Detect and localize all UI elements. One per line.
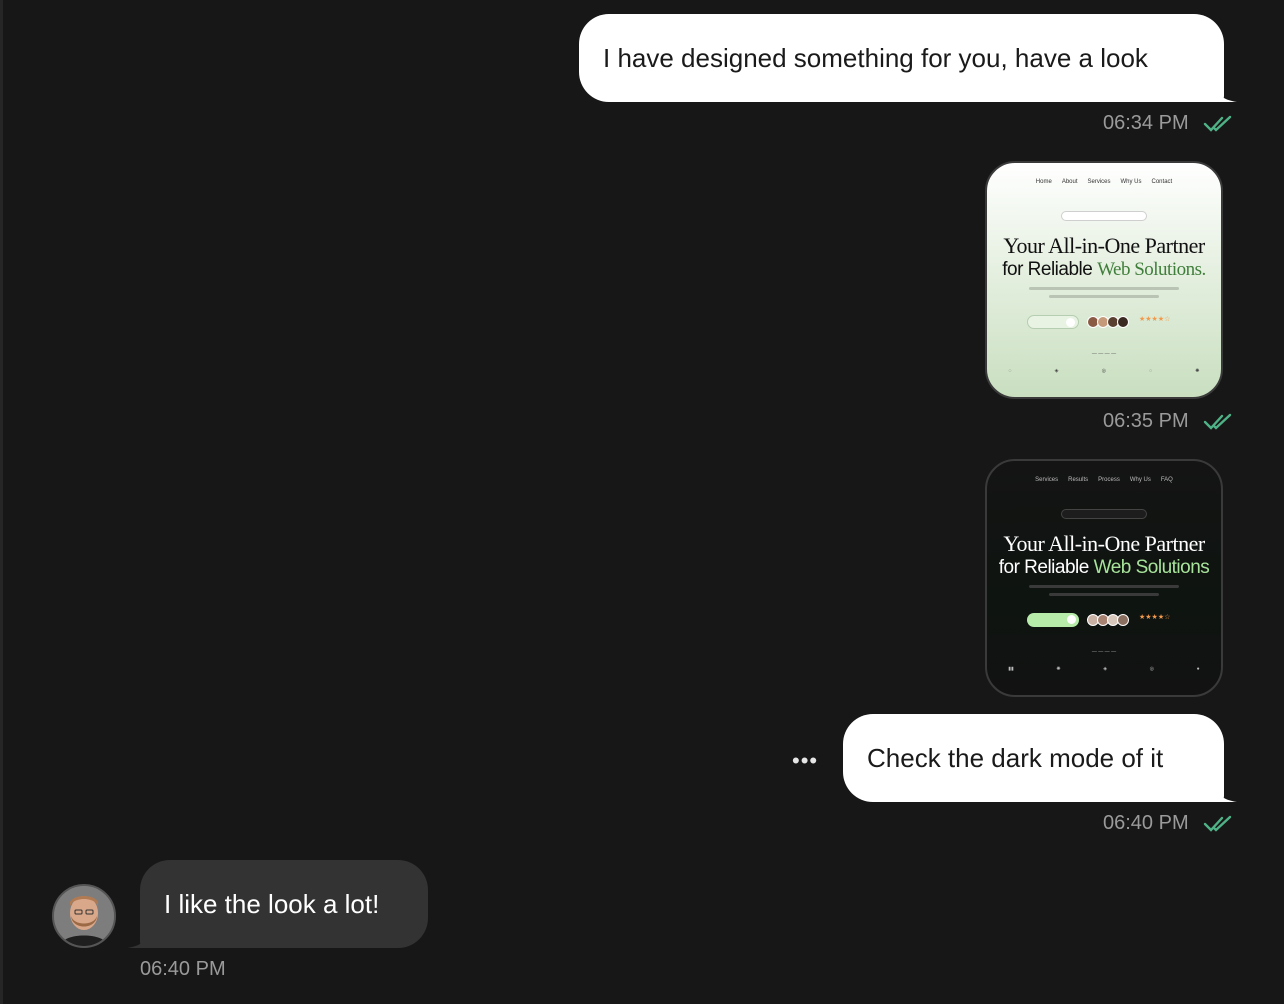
- avatar-portrait-icon: [54, 886, 114, 946]
- preview-logos: ◌ ◈ ◎ ◌ ✺: [1008, 368, 1200, 374]
- message-text: I like the look a lot!: [164, 889, 380, 919]
- preview-trusted-label: — — — —: [1091, 351, 1117, 357]
- double-check-icon: [1203, 413, 1231, 430]
- preview-description-line: [1029, 585, 1179, 588]
- message-time: 06:34 PM: [1103, 112, 1189, 134]
- outgoing-message[interactable]: Check the dark mode of it: [843, 714, 1237, 802]
- preview-nav: Home About Services Why Us Contact: [1035, 179, 1173, 185]
- preview-hero-subtitle: for Reliable Web Solutions: [998, 557, 1210, 578]
- preview-avatars: [1087, 316, 1129, 328]
- message-time: 06:35 PM: [1103, 410, 1189, 432]
- dark-mode-preview-image[interactable]: Services Results Process Why Us FAQ Your All…: [985, 459, 1223, 697]
- preview-cta-button: [1027, 613, 1079, 627]
- light-mode-preview-image[interactable]: Home About Services Why Us Contact Your All-…: [985, 161, 1223, 399]
- message-meta: 06:35 PM: [1103, 410, 1233, 433]
- preview-rating-stars-icon: ★★★★☆: [1139, 614, 1171, 621]
- preview-avatars: [1087, 614, 1129, 626]
- incoming-message[interactable]: I like the look a lot!: [127, 860, 428, 948]
- preview-badge: [1061, 509, 1147, 519]
- message-time: 06:40 PM: [1103, 812, 1189, 834]
- preview-badge: [1061, 211, 1147, 221]
- message-meta: 06:34 PM: [1103, 112, 1233, 135]
- preview-hero-subtitle: for Reliable Web Solutions.: [1002, 259, 1206, 280]
- double-check-icon: [1203, 815, 1231, 832]
- preview-hero-title: Your All-in-One Partner: [1003, 531, 1205, 556]
- bubble-tail-icon: [127, 926, 151, 948]
- message-text: Check the dark mode of it: [867, 743, 1164, 773]
- message-meta: 06:40 PM: [140, 958, 226, 981]
- preview-rating-stars-icon: ★★★★☆: [1139, 316, 1171, 323]
- message-meta: 06:40 PM: [1103, 812, 1233, 835]
- contact-avatar[interactable]: [52, 884, 116, 948]
- double-check-icon: [1203, 115, 1231, 132]
- preview-description-line: [1029, 287, 1179, 290]
- preview-description-line: [1049, 295, 1159, 298]
- bubble-tail-icon: [1213, 80, 1237, 102]
- outgoing-message[interactable]: I have designed something for you, have …: [579, 14, 1237, 102]
- more-dots-icon[interactable]: •••: [792, 748, 818, 774]
- preview-description-line: [1049, 593, 1159, 596]
- preview-nav: Services Results Process Why Us FAQ: [1035, 477, 1173, 483]
- preview-hero-title: Your All-in-One Partner: [1003, 233, 1205, 258]
- conversation-divider: [0, 0, 3, 1004]
- preview-trusted-label: — — — —: [1091, 649, 1117, 655]
- bubble-tail-icon: [1213, 780, 1237, 802]
- preview-cta-button: [1027, 315, 1079, 329]
- message-text: I have designed something for you, have …: [603, 43, 1148, 73]
- message-time: 06:40 PM: [140, 958, 226, 980]
- preview-logos: ▮▮ ✺ ◈ ◎ ●: [1008, 666, 1200, 672]
